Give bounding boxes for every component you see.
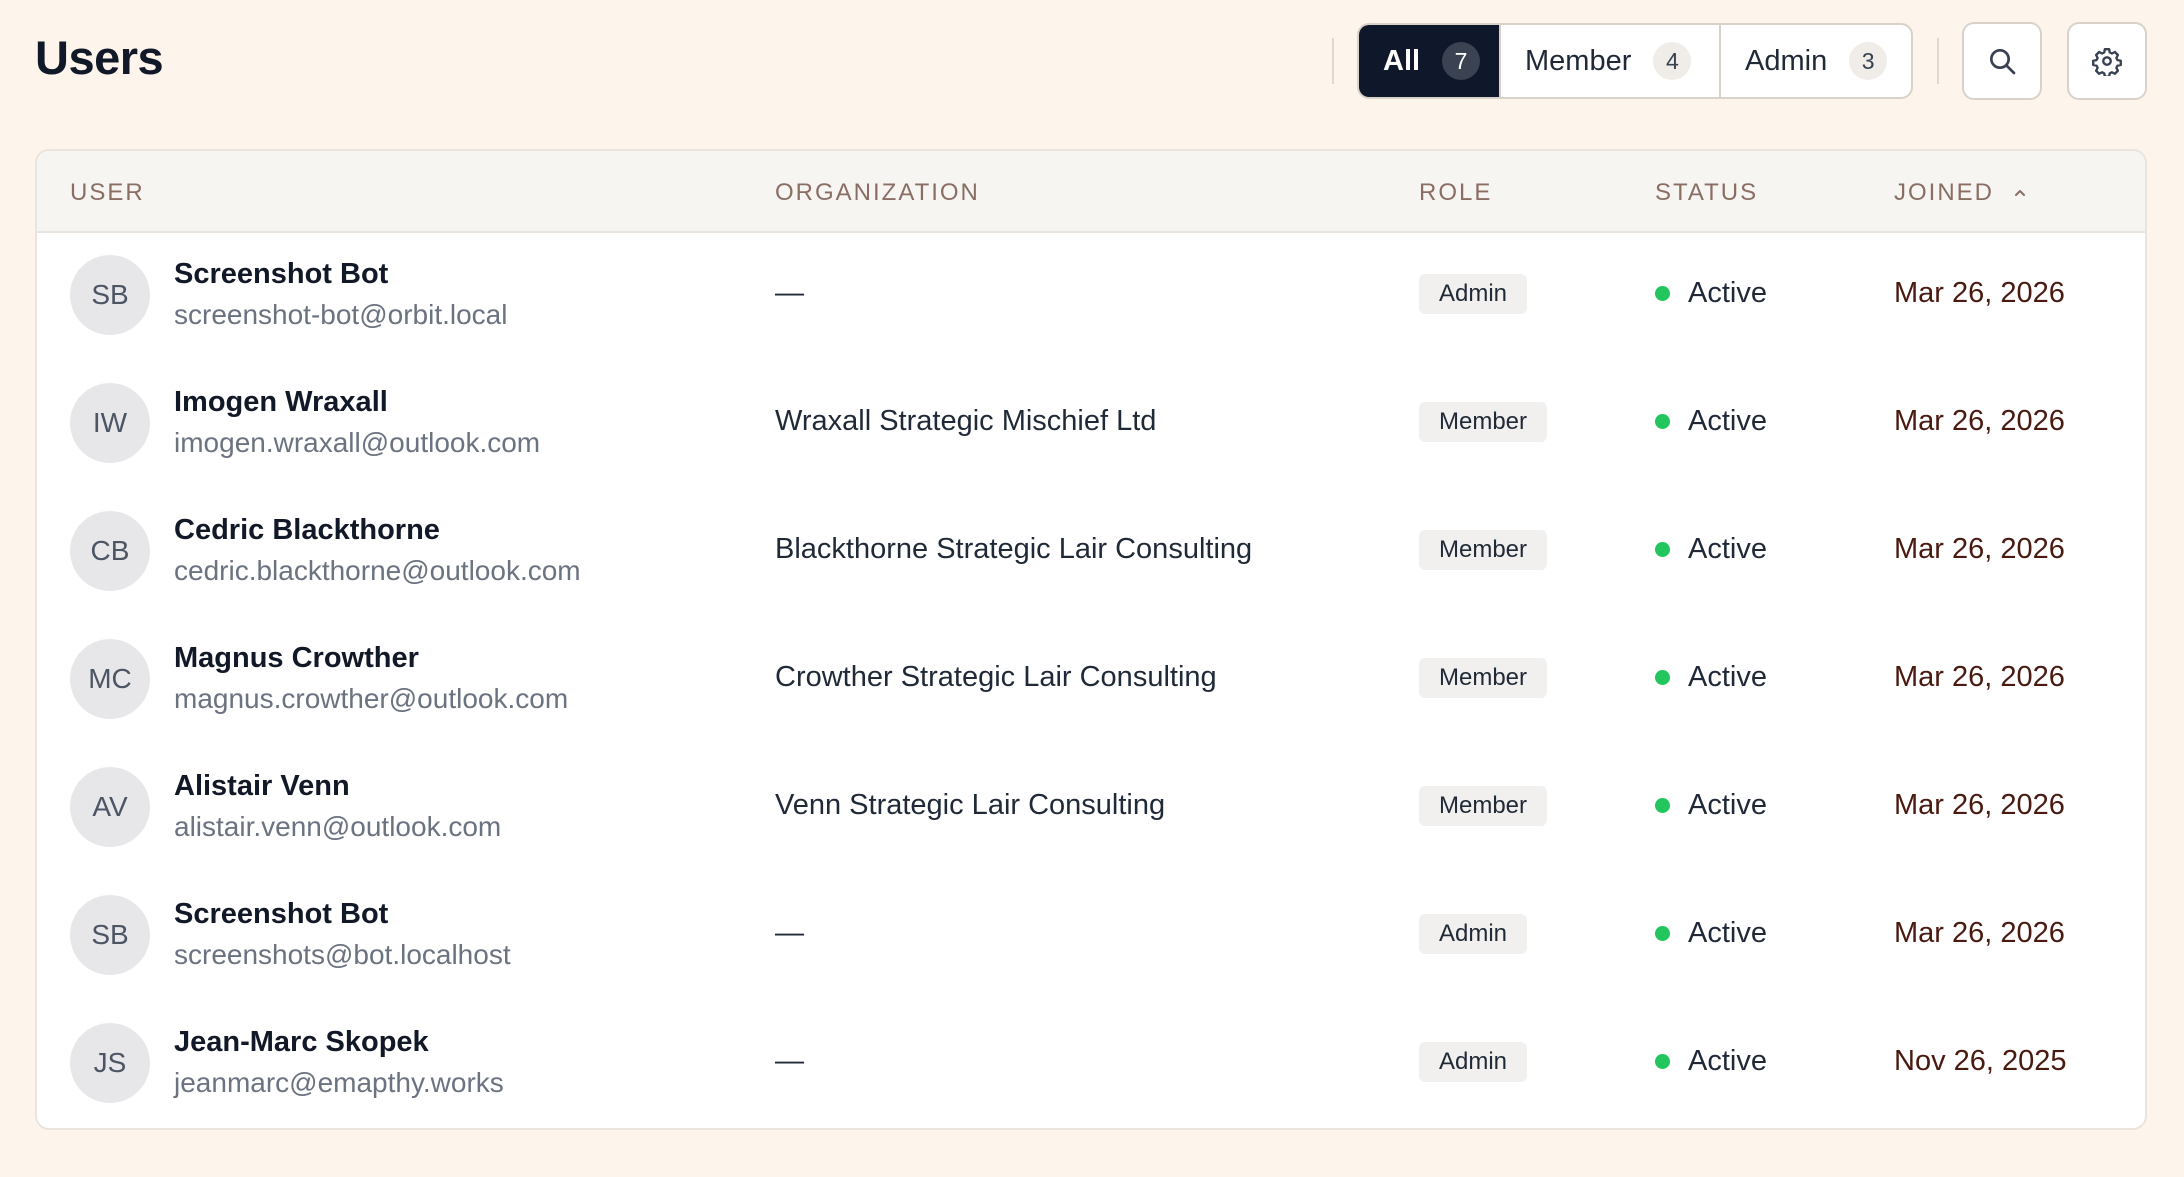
filter-tab-member[interactable]: Member 4 xyxy=(1501,25,1721,97)
joined-date: Nov 26, 2025 xyxy=(1894,1045,2067,1077)
role-filter-tabs: All 7 Member 4 Admin 3 xyxy=(1357,23,1913,99)
filter-tab-label: Member xyxy=(1525,44,1632,77)
status-label: Active xyxy=(1688,533,1767,565)
joined-date: Mar 26, 2026 xyxy=(1894,405,2065,437)
status-dot xyxy=(1655,542,1670,557)
user-name: Screenshot Bot xyxy=(174,898,389,930)
table-row[interactable]: SB Screenshot Bot screenshot-bot@orbit.loc… xyxy=(37,231,2145,359)
user-name: Screenshot Bot xyxy=(174,258,389,290)
status-dot xyxy=(1655,286,1670,301)
user-name: Imogen Wraxall xyxy=(174,386,388,418)
user-name: Alistair Venn xyxy=(174,770,350,802)
joined-date: Mar 26, 2026 xyxy=(1894,917,2065,949)
status-label: Active xyxy=(1688,917,1767,949)
table-header: USER ORGANIZATION ROLE STATUS JOINED xyxy=(37,151,2145,233)
role-badge: Member xyxy=(1419,786,1548,826)
status-dot xyxy=(1655,798,1670,813)
role-badge: Admin xyxy=(1419,274,1528,314)
search-icon xyxy=(1990,49,2016,75)
status-label: Active xyxy=(1688,661,1767,693)
organization-name: Crowther Strategic Lair Consulting xyxy=(775,661,1217,693)
role-badge: Member xyxy=(1419,530,1548,570)
status-label: Active xyxy=(1688,277,1767,309)
role-badge: Member xyxy=(1419,402,1548,442)
organization-name: Wraxall Strategic Mischief Ltd xyxy=(775,405,1157,437)
organization-name: Venn Strategic Lair Consulting xyxy=(775,789,1166,821)
role-badge: Admin xyxy=(1419,914,1528,954)
avatar: MC xyxy=(70,639,150,719)
header-divider xyxy=(1332,38,1334,84)
filter-tab-all[interactable]: All 7 xyxy=(1359,25,1501,97)
user-email: jeanmarc@emapthy.works xyxy=(174,1067,504,1098)
column-header-user[interactable]: USER xyxy=(70,179,145,207)
gear-icon xyxy=(2092,47,2122,76)
avatar: SB xyxy=(70,255,150,335)
table-row[interactable]: SB Screenshot Bot screenshots@bot.localhos… xyxy=(37,871,2145,999)
user-name: Cedric Blackthorne xyxy=(174,514,440,546)
user-email: magnus.crowther@outlook.com xyxy=(174,683,569,714)
filter-tab-count: 7 xyxy=(1442,42,1481,80)
column-header-role[interactable]: ROLE xyxy=(1419,179,1492,207)
status-indicator: Active xyxy=(1655,661,1767,694)
status-indicator: Active xyxy=(1655,405,1767,438)
joined-date: Mar 26, 2026 xyxy=(1894,533,2065,565)
column-header-organization[interactable]: ORGANIZATION xyxy=(775,179,980,207)
status-indicator: Active xyxy=(1655,533,1767,566)
organization-name: — xyxy=(775,277,804,309)
filter-tab-label: Admin xyxy=(1745,44,1828,77)
status-label: Active xyxy=(1688,405,1767,437)
status-label: Active xyxy=(1688,789,1767,821)
status-indicator: Active xyxy=(1655,789,1767,822)
joined-date: Mar 26, 2026 xyxy=(1894,661,2065,693)
avatar: SB xyxy=(70,895,150,975)
organization-name: — xyxy=(775,1045,804,1077)
column-header-joined[interactable]: JOINED xyxy=(1894,179,2028,207)
column-header-status[interactable]: STATUS xyxy=(1655,179,1758,207)
column-header-label: JOINED xyxy=(1894,179,1995,206)
header-divider xyxy=(1937,38,1939,84)
page-header: Users All 7 Member 4 Admin 3 xyxy=(0,0,2184,124)
filter-tab-admin[interactable]: Admin 3 xyxy=(1721,25,1911,97)
organization-name: — xyxy=(775,917,804,949)
status-indicator: Active xyxy=(1655,917,1767,950)
search-button[interactable] xyxy=(1962,22,2042,100)
user-email: cedric.blackthorne@outlook.com xyxy=(174,555,581,586)
role-badge: Admin xyxy=(1419,1042,1528,1082)
user-email: screenshots@bot.localhost xyxy=(174,939,511,970)
table-row[interactable]: IW Imogen Wraxall imogen.wraxall@outlook.c… xyxy=(37,359,2145,487)
avatar: CB xyxy=(70,511,150,591)
status-label: Active xyxy=(1688,1045,1767,1077)
status-indicator: Active xyxy=(1655,1045,1767,1078)
organization-name: Blackthorne Strategic Lair Consulting xyxy=(775,533,1253,565)
role-badge: Member xyxy=(1419,658,1548,698)
user-email: imogen.wraxall@outlook.com xyxy=(174,427,541,458)
page-title: Users xyxy=(35,31,164,84)
avatar: IW xyxy=(70,383,150,463)
status-indicator: Active xyxy=(1655,277,1767,310)
filter-tab-count: 3 xyxy=(1849,42,1888,80)
users-table: USER ORGANIZATION ROLE STATUS JOINED SB S… xyxy=(35,149,2147,1130)
avatar: AV xyxy=(70,767,150,847)
status-dot xyxy=(1655,670,1670,685)
user-name: Magnus Crowther xyxy=(174,642,419,674)
status-dot xyxy=(1655,414,1670,429)
settings-button[interactable] xyxy=(2067,22,2147,100)
status-dot xyxy=(1655,1054,1670,1069)
table-row[interactable]: AV Alistair Venn alistair.venn@outlook.com… xyxy=(37,743,2145,871)
chevron-up-icon xyxy=(2015,190,2026,196)
filter-tab-count: 4 xyxy=(1653,42,1692,80)
joined-date: Mar 26, 2026 xyxy=(1894,277,2065,309)
user-name: Jean-Marc Skopek xyxy=(174,1026,429,1058)
filter-tab-label: All xyxy=(1383,44,1421,77)
user-email: screenshot-bot@orbit.local xyxy=(174,299,508,330)
table-row[interactable]: CB Cedric Blackthorne cedric.blackthorne@o… xyxy=(37,487,2145,615)
status-dot xyxy=(1655,926,1670,941)
table-row[interactable]: JS Jean-Marc Skopek jeanmarc@emapthy.works… xyxy=(37,999,2145,1127)
joined-date: Mar 26, 2026 xyxy=(1894,789,2065,821)
table-row[interactable]: MC Magnus Crowther magnus.crowther@outlook… xyxy=(37,615,2145,743)
avatar: JS xyxy=(70,1023,150,1103)
user-email: alistair.venn@outlook.com xyxy=(174,811,502,842)
